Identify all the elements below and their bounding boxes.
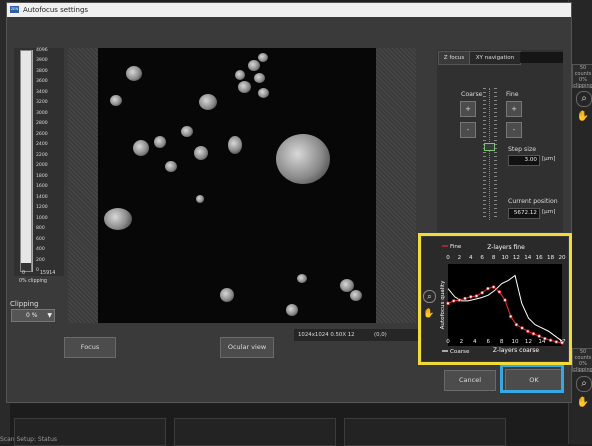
clipping-label: Clipping <box>10 300 39 308</box>
histogram-y-tick: 200 <box>36 257 45 263</box>
dropdown-arrow-icon: ▼ <box>47 312 52 319</box>
histogram-y-tick: 1000 <box>36 215 48 221</box>
step-size-unit: [µm] <box>542 156 556 162</box>
coarse-label: Coarse <box>461 91 483 98</box>
slider-ticks-right <box>494 88 497 220</box>
histogram-y-tick: 3800 <box>36 68 48 74</box>
histogram-bar <box>21 263 31 271</box>
histogram-plot[interactable] <box>20 50 32 272</box>
zoom-icon[interactable]: ⌕ <box>576 91 592 107</box>
histogram-y-tick: 3000 <box>36 110 48 116</box>
slider-ticks-left <box>483 88 486 220</box>
chart-highlight-frame <box>418 233 572 365</box>
histogram-y-tick: 2400 <box>36 142 48 148</box>
histogram-axis <box>32 50 33 272</box>
window-title: Autofocus settings <box>23 6 89 14</box>
step-size-field[interactable]: 3.00 <box>508 155 540 166</box>
step-size-label: Step size <box>508 146 537 153</box>
histogram-x-tick-min: 0 <box>22 271 26 276</box>
histogram-y-tick: 3200 <box>36 100 48 106</box>
focus-button[interactable]: Focus <box>64 337 116 358</box>
background-box <box>344 418 506 446</box>
histogram-y-tick: 3900 <box>36 58 48 64</box>
right-counts-panel-2: 50 counts 0% clipping <box>572 348 592 373</box>
title-bar[interactable]: ZEN Autofocus settings <box>7 3 571 17</box>
cancel-button[interactable]: Cancel <box>444 370 496 391</box>
z-slider-track[interactable] <box>489 88 491 220</box>
ok-highlight-frame <box>500 364 564 393</box>
fine-label: Fine <box>506 91 519 98</box>
histogram-y-tick: 800 <box>36 226 45 232</box>
right-counts-panel: 50 counts 0% clipping <box>572 64 592 89</box>
tab-strip-empty <box>520 52 563 63</box>
microscope-image[interactable] <box>98 48 376 323</box>
background-box <box>174 418 336 446</box>
current-position-field[interactable]: 5672.12 <box>508 208 540 219</box>
background-status-text: Scan Setup: Status <box>0 436 58 443</box>
histogram-y-tick: 3400 <box>36 89 48 95</box>
histogram-y-tick: 600 <box>36 236 45 242</box>
tab-z-focus[interactable]: Z focus <box>438 51 470 65</box>
app-icon: ZEN <box>10 6 19 13</box>
current-position-label: Current position <box>508 198 558 205</box>
image-coords-text: (0,0) <box>374 332 387 338</box>
histogram-y-tick: 2800 <box>36 121 48 127</box>
hand-icon-2[interactable]: ✋ <box>576 396 590 410</box>
histogram-y-tick: 1800 <box>36 173 48 179</box>
hand-icon[interactable]: ✋ <box>576 110 590 124</box>
histogram-y-tick: 3600 <box>36 79 48 85</box>
fine-plus-button[interactable]: + <box>506 101 522 117</box>
histogram-y-tick: 1200 <box>36 205 48 211</box>
histogram-y-tick: 0 <box>36 268 39 273</box>
histogram-y-tick: 1600 <box>36 184 48 190</box>
z-slider-handle[interactable] <box>484 143 495 151</box>
image-size-text: 1024x1024 0.50X 12 <box>298 332 355 338</box>
current-position-unit: [µm] <box>542 209 556 215</box>
coarse-plus-button[interactable]: + <box>460 101 476 117</box>
ocular-view-button[interactable]: Ocular view <box>220 337 274 358</box>
histogram-y-tick: 2200 <box>36 152 48 158</box>
histogram-y-tick: 1400 <box>36 194 48 200</box>
histogram-x-tick-max: 15914 <box>40 271 56 276</box>
tab-xy-navigation[interactable]: XY navigation <box>469 51 521 65</box>
histogram-clipping-text: 0% clipping <box>19 279 47 284</box>
clipping-value: 0 % <box>26 312 38 319</box>
histogram-y-tick: 2600 <box>36 131 48 137</box>
image-info-bar: 1024x1024 0.50X 12 (0,0) <box>294 329 418 341</box>
histogram-y-tick: 4096 <box>36 48 48 53</box>
histogram-y-tick: 400 <box>36 247 45 253</box>
clipping-select[interactable]: 0 % ▼ <box>11 309 55 322</box>
fine-minus-button[interactable]: - <box>506 122 522 138</box>
histogram-y-tick: 2000 <box>36 163 48 169</box>
coarse-minus-button[interactable]: - <box>460 122 476 138</box>
zoom-icon-2[interactable]: ⌕ <box>576 376 592 392</box>
